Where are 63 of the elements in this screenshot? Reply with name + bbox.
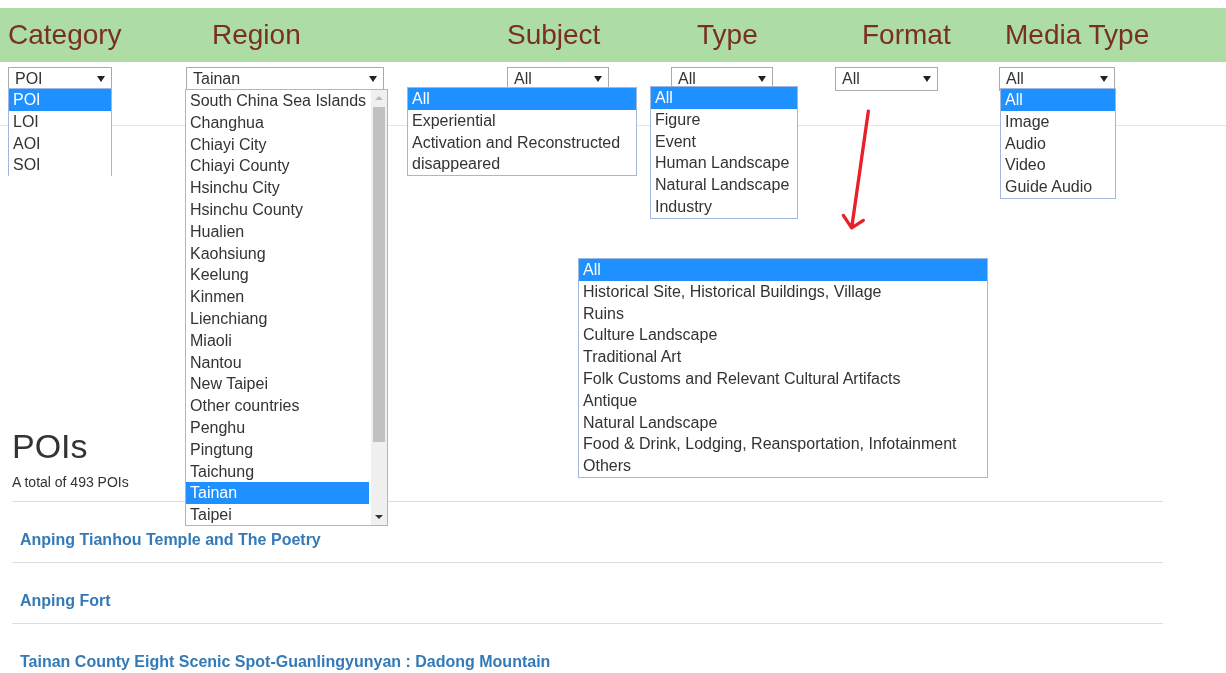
dropdown-option[interactable]: Antique (579, 389, 987, 412)
dropdown-option[interactable]: Nantou (186, 351, 369, 374)
dropdown-option[interactable]: Industry (651, 196, 797, 218)
dropdown-option[interactable]: Video (1001, 154, 1115, 177)
dropdown-option[interactable]: Taipei (186, 504, 369, 525)
dropdown-option[interactable]: Lienchiang (186, 307, 369, 330)
filter-label: Media Type (1004, 18, 1151, 52)
dropdown[interactable]: All (835, 67, 938, 91)
dropdown-option[interactable]: New Taipei (186, 373, 369, 396)
dropdown-option[interactable]: Food & Drink, Lodging, Reansportation, Infotainment (579, 433, 987, 456)
result-link[interactable]: Anping Tianhou Temple and The Poetry (20, 531, 321, 548)
filter-label: Format (861, 18, 952, 52)
dropdown-option[interactable]: Human Landscape (651, 152, 797, 175)
dropdown-option[interactable]: Ruins (579, 302, 987, 325)
dropdown-option[interactable]: SOI (9, 154, 111, 177)
dropdown-option[interactable]: Hualien (186, 220, 369, 243)
scrollbar[interactable] (371, 90, 387, 525)
dropdown-option[interactable]: Image (1001, 110, 1115, 133)
dropdown-option[interactable]: Chiayi County (186, 155, 369, 178)
dropdown-option[interactable]: Others (579, 455, 987, 477)
dropdown-option[interactable]: Natural Landscape (579, 411, 987, 434)
result-count: A total of 493 POIs (12, 473, 129, 492)
dropdown-option[interactable]: Kaohsiung (186, 242, 369, 265)
dropdown-option[interactable]: Chiayi City (186, 133, 369, 156)
dropdown-option[interactable]: Hsinchu City (186, 177, 369, 199)
dropdown-option[interactable]: Other countries (186, 395, 369, 417)
dropdown-option[interactable]: Experiential (408, 109, 636, 132)
dropdown-option[interactable]: Penghu (186, 416, 369, 439)
dropdown-option[interactable]: Hsinchu County (186, 199, 369, 221)
filter-label: Subject (507, 18, 602, 52)
page-heading: POIs (12, 426, 88, 466)
dropdown-option[interactable]: Kinmen (186, 286, 369, 308)
dropdown-option[interactable]: Event (651, 130, 797, 153)
caret-icon (923, 76, 931, 82)
dropdown-option[interactable]: Natural Landscape (651, 174, 797, 196)
dropdown-option[interactable]: Changhua (186, 111, 369, 134)
filter-label: Type (696, 18, 759, 52)
dropdown-option[interactable]: Activation and Reconstructed (408, 131, 636, 154)
dropdown-option[interactable]: Taichung (186, 460, 369, 483)
dropdown-option[interactable]: Keelung (186, 264, 369, 287)
dropdown-option[interactable]: AOI (9, 132, 111, 155)
dropdown-option[interactable]: Audio (1001, 132, 1115, 155)
dropdown-option[interactable]: LOI (9, 110, 111, 133)
dropdown-option[interactable]: Pingtung (186, 438, 369, 461)
dropdown-option[interactable]: disappeared (408, 153, 636, 176)
dropdown-option[interactable]: Traditional Art (579, 346, 987, 368)
dropdown-option[interactable]: South China Sea Islands (186, 90, 369, 112)
caret-icon (97, 76, 105, 82)
result-link[interactable]: Anping Fort (20, 592, 111, 609)
dropdown-option[interactable]: Guide Audio (1001, 176, 1115, 198)
dropdown[interactable]: Tainan (186, 67, 384, 91)
result-link[interactable]: Tainan County Eight Scenic Spot-Guanlingyunyan : Dadong Mountain (20, 653, 551, 670)
dropdown[interactable]: POI (8, 67, 112, 91)
dropdown-option[interactable]: Miaoli (186, 329, 369, 352)
dropdown[interactable]: All (999, 67, 1115, 91)
caret-icon (369, 76, 377, 82)
filter-label: Category (8, 18, 123, 52)
dropdown-option[interactable]: Culture Landscape (579, 324, 987, 347)
dropdown-option[interactable]: Folk Customs and Relevant Cultural Artifacts (579, 368, 987, 390)
caret-icon (1100, 76, 1108, 82)
filter-label: Region (211, 18, 302, 52)
dropdown-option[interactable]: Historical Site, Historical Buildings, Village (579, 280, 987, 303)
dropdown-option[interactable]: Figure (651, 108, 797, 131)
